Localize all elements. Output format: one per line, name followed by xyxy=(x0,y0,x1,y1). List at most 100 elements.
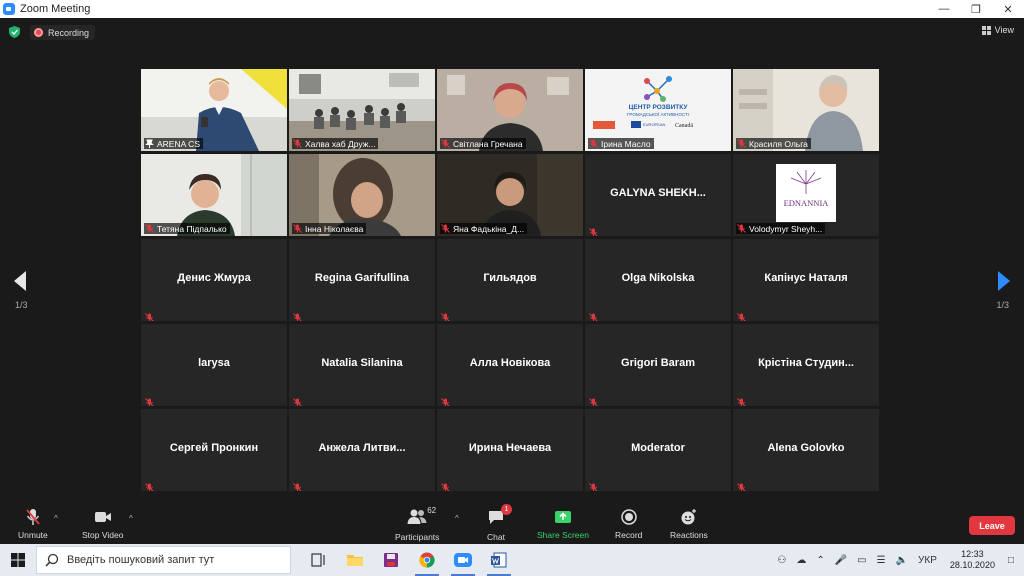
stop-video-button[interactable]: Stop Video xyxy=(82,508,123,540)
participant-name-label: Світлана Гречана xyxy=(440,138,526,149)
participant-name: Сергей Пронкин xyxy=(169,442,259,454)
chat-unread-badge: 1 xyxy=(501,504,512,515)
clock-time: 12:33 xyxy=(961,549,984,559)
video-tile-volodymyr[interactable]: EDNANNIA Volodymyr Sheyh... xyxy=(733,154,879,236)
previous-page-arrow-icon[interactable] xyxy=(14,271,26,291)
close-button[interactable]: ✕ xyxy=(992,0,1024,18)
floppy-save-icon xyxy=(384,553,398,567)
file-explorer-button[interactable] xyxy=(337,544,373,576)
name-tile[interactable]: Natalia Silanina xyxy=(289,324,435,406)
participant-name: Гильядов xyxy=(483,272,537,284)
muted-mic-icon xyxy=(737,139,746,148)
video-tile-iryna-maslo[interactable]: ЦЕНТР РОЗВИТКУ ГРОМАДСЬКОЇ АКТИВНОСТІ EU… xyxy=(585,69,731,151)
restore-button[interactable]: ❐ xyxy=(960,0,992,18)
participants-button[interactable]: 62 Participants xyxy=(395,506,439,542)
participant-name-label: Тетяна Підпалько xyxy=(144,223,230,234)
next-page-arrow-icon[interactable] xyxy=(998,271,1010,291)
share-screen-button[interactable]: Share Screen xyxy=(537,508,589,540)
notifications-icon[interactable]: □ xyxy=(1008,555,1014,566)
unmute-button[interactable]: Unmute xyxy=(18,508,48,540)
participant-name-label: Ірина Масло xyxy=(588,138,654,149)
muted-mic-icon xyxy=(293,139,302,148)
microphone-icon[interactable]: 🎤 xyxy=(835,555,847,566)
name-tile[interactable]: Moderator xyxy=(585,409,731,491)
participants-options-caret[interactable]: ^ xyxy=(455,514,459,523)
word-button[interactable] xyxy=(481,544,517,576)
name-tile-galyna[interactable]: GALYNA SHEKH... xyxy=(585,154,731,236)
reactions-button[interactable]: Reactions xyxy=(670,508,708,540)
name-tile[interactable]: Капінус Наталя xyxy=(733,239,879,321)
name-tile[interactable]: Алла Новікова xyxy=(437,324,583,406)
recording-label: Recording xyxy=(48,27,90,38)
video-options-caret[interactable]: ^ xyxy=(129,514,133,523)
chrome-button[interactable] xyxy=(409,544,445,576)
participant-name: Regina Garifullina xyxy=(314,272,410,284)
name-tile[interactable]: Денис Жмура xyxy=(141,239,287,321)
record-button[interactable]: Record xyxy=(615,508,642,540)
record-icon xyxy=(620,509,637,525)
battery-icon[interactable]: ▭ xyxy=(857,555,866,566)
network-icon[interactable]: ☰ xyxy=(877,555,886,566)
people-icon[interactable]: ⚇ xyxy=(777,555,786,566)
banner-sponsor-canada: Canadä xyxy=(675,123,693,129)
participant-name: Ирина Нечаева xyxy=(468,442,552,454)
name-tile[interactable]: Ирина Нечаева xyxy=(437,409,583,491)
word-icon xyxy=(491,552,507,568)
participant-name-label: Халва хаб Друж... xyxy=(292,138,379,149)
muted-mic-icon xyxy=(145,224,154,233)
volume-icon[interactable]: 🔈 xyxy=(896,555,908,566)
participant-name: Алла Новікова xyxy=(469,357,551,369)
muted-mic-icon xyxy=(589,394,598,406)
input-language-label[interactable]: УКР xyxy=(918,555,937,566)
zoom-taskbar-button[interactable] xyxy=(445,544,481,576)
muted-mic-icon xyxy=(589,479,598,491)
start-button[interactable] xyxy=(0,544,36,576)
clock[interactable]: 12:33 28.10.2020 xyxy=(950,549,995,571)
audio-options-caret[interactable]: ^ xyxy=(54,514,58,523)
video-camera-icon xyxy=(94,512,111,522)
minimize-button[interactable]: — xyxy=(928,0,960,18)
page-indicator-right: 1/3 xyxy=(996,300,1009,310)
task-view-button[interactable] xyxy=(301,544,337,576)
name-tile[interactable]: Alena Golovko xyxy=(733,409,879,491)
muted-mic-icon xyxy=(441,479,450,491)
zoom-app-icon xyxy=(454,553,472,567)
participant-name: Анжела Литви... xyxy=(318,442,406,454)
zoom-app: Zoom Meeting — ❐ ✕ Recording View 1/3 1/… xyxy=(0,0,1024,576)
name-tile[interactable]: Regina Garifullina xyxy=(289,239,435,321)
name-tile[interactable]: Крістіна Студин... xyxy=(733,324,879,406)
taskbar-search-input[interactable]: Введіть пошуковий запит тут xyxy=(36,546,291,574)
leave-button[interactable]: Leave xyxy=(969,516,1015,535)
chat-button[interactable]: 1 Chat xyxy=(487,504,512,542)
muted-mic-icon xyxy=(441,309,450,321)
video-tile-tetiana[interactable]: Тетяна Підпалько xyxy=(141,154,287,236)
show-hidden-icons-chevron-icon[interactable]: ⌃ xyxy=(816,555,824,566)
name-tile[interactable]: Olga Nikolska xyxy=(585,239,731,321)
muted-mic-icon xyxy=(293,479,302,491)
name-tile[interactable]: Grigori Baram xyxy=(585,324,731,406)
muted-mic-icon xyxy=(145,309,154,321)
name-tile[interactable]: larysa xyxy=(141,324,287,406)
share-screen-icon xyxy=(554,511,571,523)
save-app-button[interactable] xyxy=(373,544,409,576)
ednannia-logo-text: EDNANNIA xyxy=(784,198,830,208)
video-tile-yana[interactable]: Яна Фадькіна_Д... xyxy=(437,154,583,236)
video-tile-khalva-hub[interactable]: Халва хаб Друж... xyxy=(289,69,435,151)
folder-icon xyxy=(347,555,363,566)
banner-title: ЦЕНТР РОЗВИТКУ xyxy=(629,104,689,111)
video-tile-arena-cs[interactable]: ARENA CS xyxy=(141,69,287,151)
name-tile[interactable]: Сергей Пронкин xyxy=(141,409,287,491)
name-tile[interactable]: Гильядов xyxy=(437,239,583,321)
reactions-smiley-icon xyxy=(681,509,696,525)
weather-cloud-icon[interactable]: ☁ xyxy=(796,555,806,566)
view-button[interactable]: View xyxy=(981,25,1014,35)
name-tile[interactable]: Анжела Литви... xyxy=(289,409,435,491)
video-tile-krasylia-olga[interactable]: Красиля Ольга xyxy=(733,69,879,151)
page-indicator-left: 1/3 xyxy=(15,300,28,310)
encryption-shield-icon[interactable] xyxy=(9,26,20,38)
video-tile-svitlana[interactable]: Світлана Гречана xyxy=(437,69,583,151)
recording-indicator[interactable]: Recording xyxy=(30,25,96,40)
video-tile-inna[interactable]: Інна Ніколаєва xyxy=(289,154,435,236)
participants-count: 62 xyxy=(427,506,437,515)
meeting-area: Recording View 1/3 1/3 ARENA CS Халва ха… xyxy=(0,18,1024,502)
